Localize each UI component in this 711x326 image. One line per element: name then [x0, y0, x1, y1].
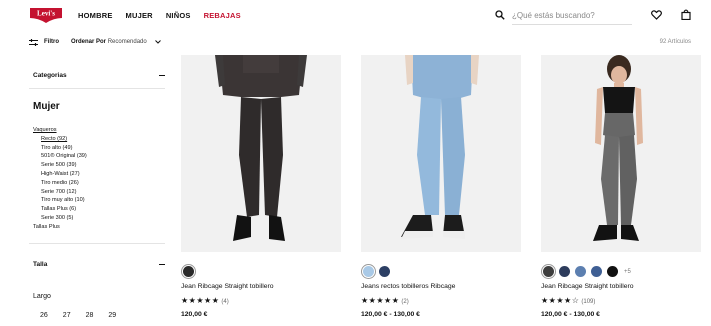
category-item[interactable]: High-Waist (27) — [33, 170, 87, 179]
category-item[interactable]: Serie 700 (12) — [33, 188, 87, 197]
star-rating: ★★★★★ (4) — [181, 296, 229, 305]
star-rating: ★★★★★ (2) — [361, 296, 409, 305]
product-image[interactable] — [181, 55, 341, 252]
category-item[interactable]: Tiro alto (49) — [33, 144, 87, 153]
filter-button[interactable]: Filtro — [44, 39, 59, 45]
levis-logo[interactable]: Levi's — [29, 7, 63, 24]
divider — [29, 88, 165, 89]
divider — [29, 243, 165, 244]
nav-mujer[interactable]: MUJER — [126, 11, 153, 20]
color-swatch[interactable] — [591, 266, 602, 277]
stars-icon: ★★★★★ — [181, 296, 220, 305]
sort-dropdown[interactable]: Ordenar Por Recomendado — [71, 39, 147, 45]
size-heading[interactable]: Talla — [33, 261, 47, 268]
review-count: (2) — [401, 299, 409, 305]
color-swatch[interactable] — [559, 266, 570, 277]
site-header: Levi's HOMBRE MUJER NIÑOS REBAJAS — [0, 0, 711, 32]
color-swatch[interactable] — [543, 266, 554, 277]
category-vaqueros[interactable]: Vaqueros — [33, 126, 87, 135]
heart-icon[interactable] — [651, 10, 662, 20]
product-image[interactable] — [361, 55, 521, 252]
stars-icon: ★★★★☆ — [541, 296, 580, 305]
review-count: (4) — [221, 299, 229, 305]
sort-value: Recomendado — [107, 39, 147, 45]
filter-icon[interactable] — [29, 39, 38, 46]
sort-label: Ordenar Por — [71, 39, 107, 45]
collapse-icon[interactable] — [159, 264, 165, 266]
filter-sidebar: Categorias Mujer Vaqueros Recto (92) Tir… — [29, 54, 165, 326]
more-colors[interactable]: +5 — [624, 269, 631, 275]
search-icon[interactable] — [495, 10, 505, 20]
category-item[interactable]: Tiro muy alto (10) — [33, 196, 87, 205]
category-list: Vaqueros Recto (92) Tiro alto (49) 501® … — [33, 126, 87, 232]
product-name[interactable]: Jean Ribcage Straight tobillero — [181, 283, 274, 290]
categories-heading[interactable]: Categorias — [33, 72, 67, 79]
search-input[interactable] — [512, 8, 632, 23]
color-swatch[interactable] — [607, 266, 618, 277]
length-label: Largo — [33, 293, 51, 300]
filter-bar: Filtro Ordenar Por Recomendado 92 Artícu… — [0, 34, 711, 52]
review-count: (109) — [581, 299, 596, 305]
color-swatches — [183, 266, 194, 277]
category-item[interactable]: Serie 500 (39) — [33, 161, 87, 170]
category-item[interactable]: Tiro medio (26) — [33, 179, 87, 188]
color-swatch[interactable] — [575, 266, 586, 277]
nav-ninos[interactable]: NIÑOS — [166, 11, 191, 20]
nav-rebajas[interactable]: REBAJAS — [204, 11, 241, 20]
product-name[interactable]: Jeans rectos tobilleros Ribcage — [361, 283, 455, 290]
category-item[interactable]: Recto (92) — [33, 135, 87, 144]
category-title: Mujer — [33, 101, 60, 112]
color-swatches — [363, 266, 390, 277]
product-image[interactable] — [541, 55, 701, 252]
star-rating: ★★★★☆ (109) — [541, 296, 595, 305]
category-item[interactable]: Tallas Plus (6) — [33, 205, 87, 214]
color-swatch[interactable] — [183, 266, 194, 277]
bag-icon[interactable] — [681, 9, 691, 20]
search-underline — [512, 24, 632, 25]
category-item[interactable]: Serie 300 (5) — [33, 214, 87, 223]
category-item[interactable]: 501® Original (39) — [33, 152, 87, 161]
svg-text:Levi's: Levi's — [37, 10, 55, 18]
stars-icon: ★★★★★ — [361, 296, 400, 305]
product-name[interactable]: Jean Ribcage Straight tobillero — [541, 283, 634, 290]
category-tallas-plus[interactable]: Tallas Plus — [33, 223, 87, 232]
color-swatch[interactable] — [379, 266, 390, 277]
chevron-down-icon[interactable] — [155, 40, 161, 44]
main-nav: HOMBRE MUJER NIÑOS REBAJAS — [78, 11, 241, 20]
color-swatches: +5 — [543, 266, 631, 277]
bottom-fade — [0, 316, 711, 326]
collapse-icon[interactable] — [159, 75, 165, 77]
color-swatch[interactable] — [363, 266, 374, 277]
results-count: 92 Artículos — [659, 39, 691, 45]
nav-hombre[interactable]: HOMBRE — [78, 11, 113, 20]
